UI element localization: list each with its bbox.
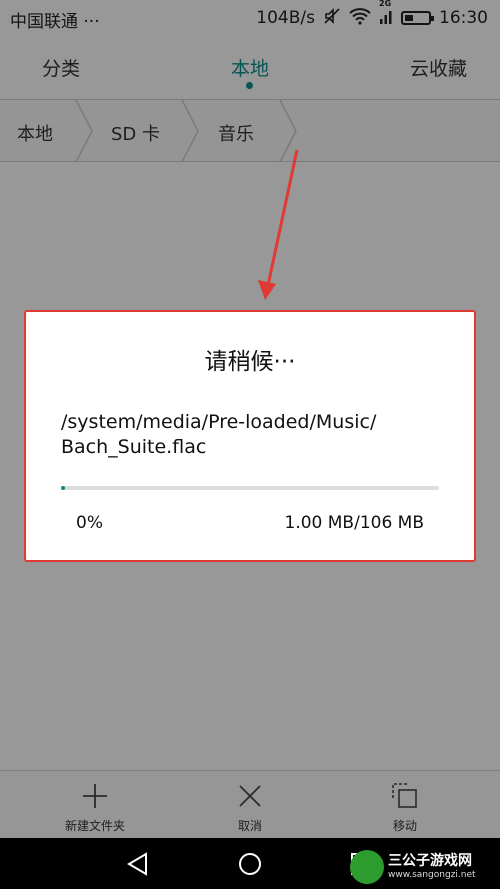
back-icon[interactable] bbox=[124, 850, 152, 878]
watermark-title: 三公子游戏网 bbox=[388, 853, 472, 869]
file-path-line1: /system/media/Pre-loaded/Music/ bbox=[61, 411, 377, 433]
file-path: /system/media/Pre-loaded/Music/ Bach_Sui… bbox=[61, 410, 376, 460]
watermark-logo-icon bbox=[350, 850, 384, 884]
home-icon[interactable] bbox=[236, 850, 264, 878]
progress-bar-fill bbox=[61, 486, 65, 490]
progress-bar bbox=[61, 486, 439, 490]
progress-size: 1.00 MB/106 MB bbox=[284, 513, 425, 533]
watermark-url: www.sangongzi.net bbox=[388, 870, 476, 880]
annotation-arrow-icon bbox=[258, 150, 299, 300]
dialog-title: 请稍候··· bbox=[204, 349, 296, 375]
site-watermark: 三公子游戏网 www.sangongzi.net bbox=[350, 848, 500, 888]
progress-percent: 0% bbox=[76, 513, 103, 533]
file-path-line2: Bach_Suite.flac bbox=[61, 436, 207, 458]
progress-dialog: 请稍候··· /system/media/Pre-loaded/Music/ B… bbox=[24, 310, 476, 562]
screen: 中国联通 ··· 104B/s 2G 16:30 分类 本地 云收藏 本地 SD… bbox=[0, 0, 500, 889]
